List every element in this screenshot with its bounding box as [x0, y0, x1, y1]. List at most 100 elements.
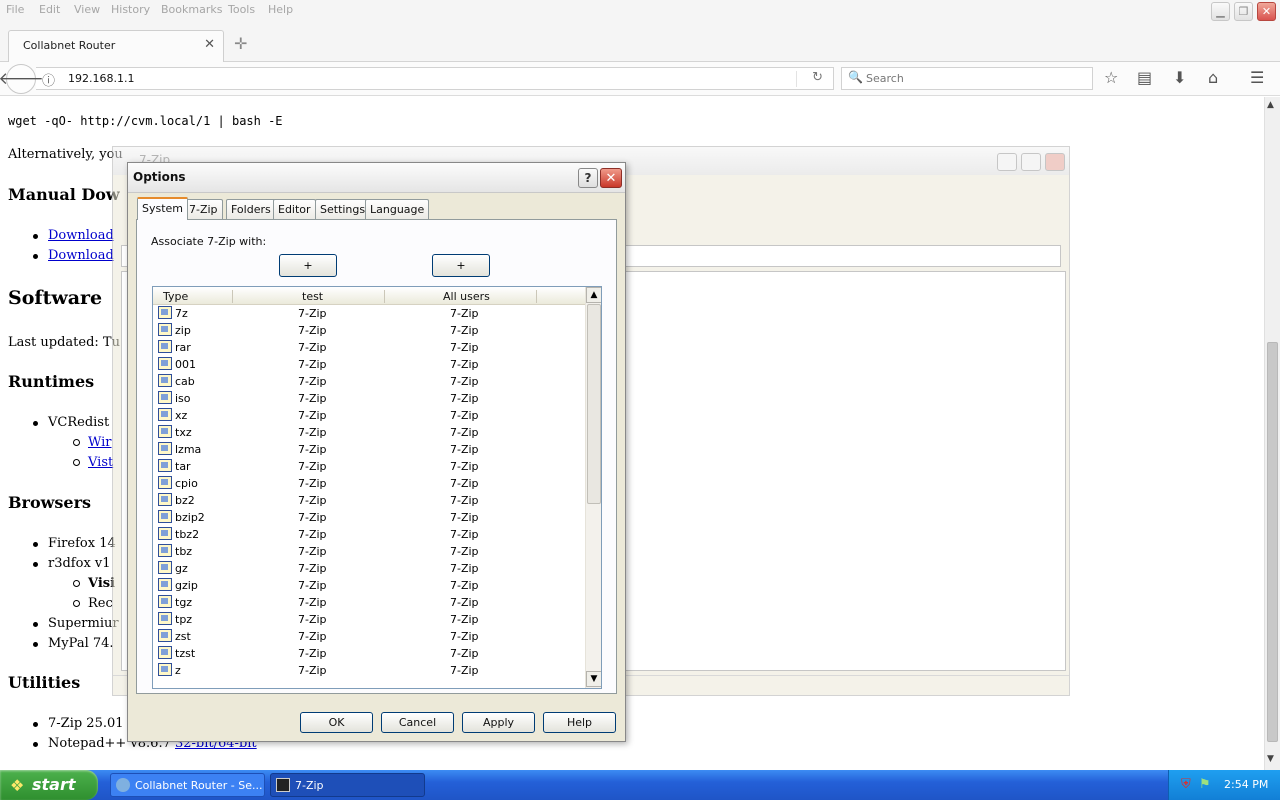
list-item[interactable]: tbz2 7-Zip 7-Zip: [153, 526, 585, 543]
close-dialog-button[interactable]: ✕: [600, 168, 622, 188]
bookmark-star-icon[interactable]: ☆: [1104, 68, 1118, 87]
row-all-users: 7-Zip: [450, 392, 479, 405]
tab-language[interactable]: Language: [365, 199, 430, 219]
download-link-1[interactable]: Download: [48, 228, 114, 243]
help-title-button[interactable]: ?: [578, 168, 598, 188]
list-item[interactable]: zst 7-Zip 7-Zip: [153, 628, 585, 645]
row-test: 7-Zip: [298, 494, 327, 507]
close-window-button[interactable]: ✕: [1257, 2, 1276, 21]
close-tab-icon[interactable]: ✕: [204, 37, 215, 52]
help-button[interactable]: Help: [543, 712, 616, 733]
list-item[interactable]: xz 7-Zip 7-Zip: [153, 407, 585, 424]
ok-button[interactable]: OK: [300, 712, 373, 733]
utilities-heading: Utilities: [8, 673, 81, 692]
vcredist-link-1[interactable]: Wir: [88, 435, 112, 450]
associate-all-users-button[interactable]: +: [432, 254, 490, 277]
search-input[interactable]: 🔍 Search: [841, 67, 1093, 90]
site-info-icon[interactable]: ⓘ: [42, 70, 55, 89]
menu-view[interactable]: View: [74, 3, 100, 16]
sevenzip-minimize-button[interactable]: [997, 153, 1017, 171]
menu-history[interactable]: History: [111, 3, 150, 16]
security-shield-icon[interactable]: ⛨: [1181, 777, 1191, 792]
list-scroll-up-icon[interactable]: ▲: [586, 287, 601, 303]
tab-settings[interactable]: Settings: [315, 199, 371, 219]
back-button[interactable]: 🡐: [0, 64, 44, 94]
row-type: tbz2: [175, 528, 200, 541]
column-separator[interactable]: [536, 290, 537, 303]
menu-tools[interactable]: Tools: [228, 3, 255, 16]
list-item[interactable]: bzip2 7-Zip 7-Zip: [153, 509, 585, 526]
scroll-down-icon[interactable]: ▼: [1267, 754, 1274, 764]
hamburger-menu-icon[interactable]: ☰: [1250, 68, 1264, 87]
column-type[interactable]: Type: [163, 290, 188, 303]
menu-help[interactable]: Help: [268, 3, 293, 16]
options-titlebar[interactable]: Options: [128, 163, 625, 193]
sevenzip-close-button[interactable]: [1045, 153, 1065, 171]
taskbar-item-7zip[interactable]: 7-Zip: [270, 773, 425, 797]
apply-button[interactable]: Apply: [462, 712, 535, 733]
list-item[interactable]: tbz 7-Zip 7-Zip: [153, 543, 585, 560]
column-separator[interactable]: [232, 290, 233, 303]
list-item[interactable]: tpz 7-Zip 7-Zip: [153, 611, 585, 628]
home-icon[interactable]: ⌂: [1208, 68, 1218, 87]
list-item[interactable]: gzip 7-Zip 7-Zip: [153, 577, 585, 594]
menu-edit[interactable]: Edit: [39, 3, 60, 16]
list-item[interactable]: z 7-Zip 7-Zip: [153, 662, 585, 679]
list-item[interactable]: cab 7-Zip 7-Zip: [153, 373, 585, 390]
list-item[interactable]: 001 7-Zip 7-Zip: [153, 356, 585, 373]
list-item[interactable]: bz2 7-Zip 7-Zip: [153, 492, 585, 509]
reload-icon[interactable]: ↻: [812, 70, 823, 85]
downloads-icon[interactable]: ⬇: [1173, 68, 1186, 87]
page-scrollbar[interactable]: ▲ ▼: [1264, 97, 1280, 770]
row-test: 7-Zip: [298, 375, 327, 388]
row-test: 7-Zip: [298, 647, 327, 660]
new-tab-icon[interactable]: ✛: [234, 34, 247, 53]
column-separator[interactable]: [384, 290, 385, 303]
list-scroll-down-icon[interactable]: ▼: [586, 671, 601, 687]
tab-system[interactable]: System: [137, 197, 189, 220]
scroll-thumb[interactable]: [1267, 342, 1278, 742]
url-bar[interactable]: ⓘ 192.168.1.1 ↻: [36, 67, 834, 90]
bookmarks-list-icon[interactable]: ▤: [1137, 68, 1152, 87]
row-all-users: 7-Zip: [450, 477, 479, 490]
list-item[interactable]: tgz 7-Zip 7-Zip: [153, 594, 585, 611]
tab-collabnet-router[interactable]: Collabnet Router ✕: [8, 30, 224, 63]
cancel-button[interactable]: Cancel: [381, 712, 454, 733]
network-icon[interactable]: ⚑: [1199, 777, 1211, 792]
row-all-users: 7-Zip: [450, 460, 479, 473]
taskbar-item-browser[interactable]: Collabnet Router - Se...: [110, 773, 265, 797]
list-item[interactable]: lzma 7-Zip 7-Zip: [153, 441, 585, 458]
vcredist-link-2[interactable]: Vist: [88, 455, 113, 470]
restore-button[interactable]: ❐: [1234, 2, 1253, 21]
list-item[interactable]: zip 7-Zip 7-Zip: [153, 322, 585, 339]
list-item[interactable]: 7z 7-Zip 7-Zip: [153, 305, 585, 322]
sevenzip-maximize-button[interactable]: [1021, 153, 1041, 171]
sub-bullet: [73, 600, 80, 607]
list-item[interactable]: txz 7-Zip 7-Zip: [153, 424, 585, 441]
url-text[interactable]: 192.168.1.1: [68, 72, 134, 85]
list-item[interactable]: tar 7-Zip 7-Zip: [153, 458, 585, 475]
clock[interactable]: 2:54 PM: [1224, 778, 1268, 791]
scroll-up-icon[interactable]: ▲: [1267, 100, 1274, 110]
start-button[interactable]: ❖ start: [0, 770, 98, 800]
download-link-2[interactable]: Download: [48, 248, 114, 263]
search-placeholder: Search: [866, 72, 904, 85]
menu-bookmarks[interactable]: Bookmarks: [161, 3, 222, 16]
list-item[interactable]: tzst 7-Zip 7-Zip: [153, 645, 585, 662]
associate-current-user-button[interactable]: +: [279, 254, 337, 277]
list-scroll-thumb[interactable]: [587, 304, 601, 504]
list-item[interactable]: iso 7-Zip 7-Zip: [153, 390, 585, 407]
archive-file-icon: [158, 340, 172, 353]
list-item[interactable]: gz 7-Zip 7-Zip: [153, 560, 585, 577]
list-scrollbar[interactable]: ▲ ▼: [585, 287, 601, 688]
tab-folders[interactable]: Folders: [226, 199, 276, 219]
tab-editor[interactable]: Editor: [273, 199, 316, 219]
list-item[interactable]: cpio 7-Zip 7-Zip: [153, 475, 585, 492]
minimize-button[interactable]: ▁: [1211, 2, 1230, 21]
menu-file[interactable]: File: [6, 3, 24, 16]
column-all-users[interactable]: All users: [443, 290, 490, 303]
list-item[interactable]: rar 7-Zip 7-Zip: [153, 339, 585, 356]
column-test[interactable]: test: [302, 290, 323, 303]
file-association-list[interactable]: Type test All users 7z 7-Zip 7-Zip zip 7-Zi…: [152, 286, 602, 689]
tab-7zip[interactable]: 7-Zip: [184, 199, 223, 219]
